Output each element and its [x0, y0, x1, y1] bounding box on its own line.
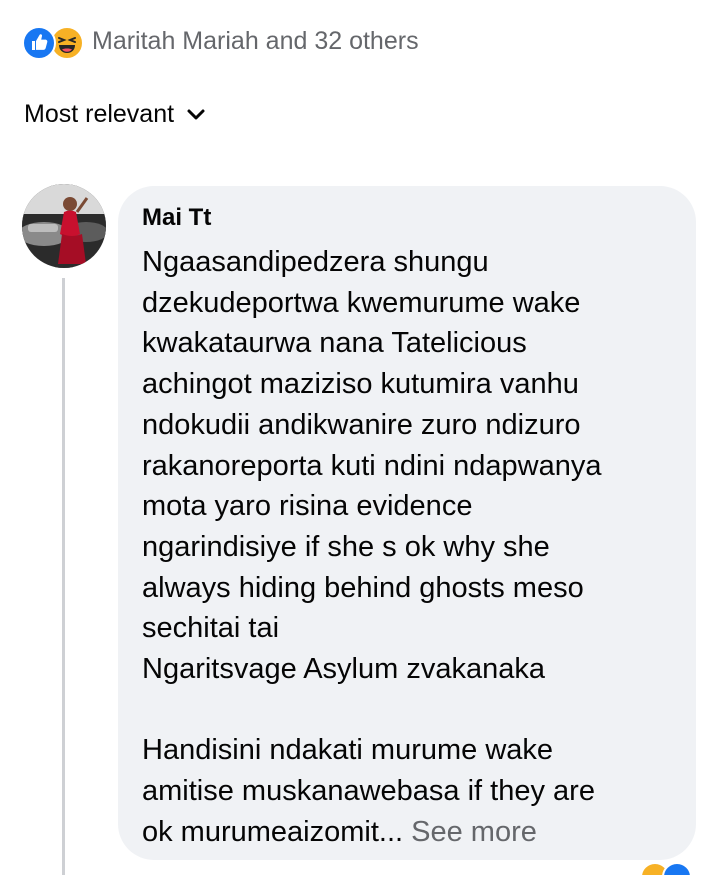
- sort-dropdown[interactable]: Most relevant: [24, 100, 206, 129]
- like-icon: [662, 862, 692, 875]
- comment-blank-line: [142, 690, 674, 731]
- comment-last-line: ok murumeaizomit... See more: [142, 812, 674, 853]
- sort-label: Most relevant: [24, 100, 175, 128]
- comment-line: dzekudeportwa kwemurume wake: [142, 286, 581, 319]
- comment-text: Ngaasandipedzera shungu dzekudeportwa kw…: [142, 242, 674, 853]
- comment-bubble: Mai Tt Ngaasandipedzera shungu dzekudepo…: [118, 186, 696, 860]
- reactions-summary-text[interactable]: Maritah Mariah and 32 others: [92, 27, 419, 56]
- comment-truncated-text: ok murumeaizomit...: [142, 815, 404, 848]
- avatar[interactable]: [22, 184, 106, 268]
- like-icon: [22, 26, 56, 60]
- thread-line: [62, 278, 65, 875]
- comment-line: ndokudii andikwanire zuro ndizuro: [142, 408, 581, 441]
- comments-panel: Maritah Mariah and 32 others Most releva…: [0, 0, 720, 875]
- comment-author[interactable]: Mai Tt: [142, 202, 674, 234]
- comment-line: rakanoreporta kuti ndini ndapwanya: [142, 449, 602, 482]
- comment-line: mota yaro risina evidence: [142, 490, 473, 523]
- comment-line: ngarindisiye if she s ok why she: [142, 530, 550, 563]
- comment-line: kwakataurwa nana Tatelicious: [142, 327, 527, 360]
- comment-reactions-badge[interactable]: [640, 862, 700, 875]
- comment-line: amitise muskanawebasa if they are: [142, 775, 595, 808]
- see-more-link[interactable]: See more: [411, 816, 537, 848]
- comment-line: achingot maziziso kutumira vanhu: [142, 368, 579, 401]
- comment-line: always hiding behind ghosts meso: [142, 571, 584, 604]
- reactions-summary[interactable]: Maritah Mariah and 32 others: [22, 24, 419, 60]
- comment-line: Ngaritsvage Asylum zvakanaka: [142, 653, 545, 686]
- comment-line: Handisini ndakati murume wake: [142, 734, 554, 767]
- comment-line: Ngaasandipedzera shungu: [142, 246, 489, 278]
- comment-line: sechitai tai: [142, 612, 280, 645]
- chevron-down-icon: [187, 109, 205, 119]
- reaction-icons: [22, 24, 92, 60]
